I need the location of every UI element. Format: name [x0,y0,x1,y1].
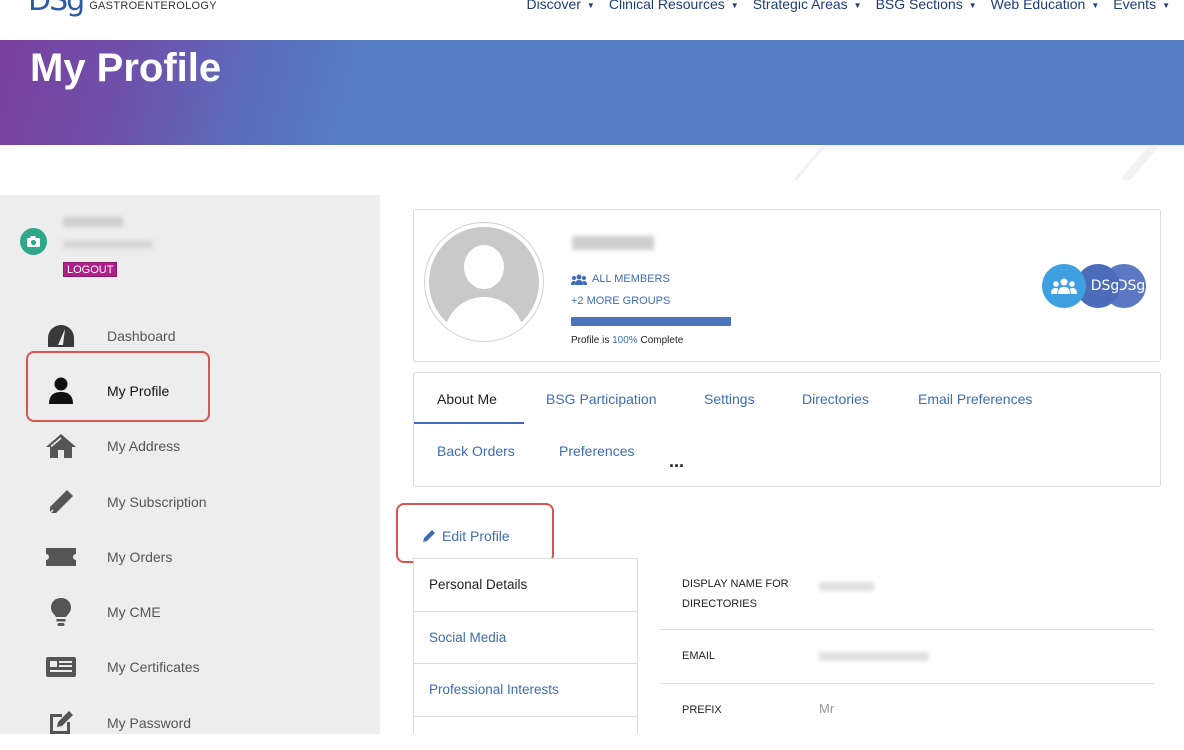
sidebar-item-my-cme[interactable]: My CME [0,584,380,639]
active-tab-indicator [414,422,524,424]
profile-tabs: About Me BSG Participation Settings Dire… [413,372,1161,487]
detail-row-prefix: PREFIX Mr [659,684,1154,738]
detail-value-redacted [819,652,929,661]
profile-card: ALL MEMBERS +2 MORE GROUPS Profile is 10… [413,209,1161,362]
detail-label: PREFIX [682,704,722,716]
nav-label: Clinical Resources [608,0,725,12]
logo-mark: DSg [28,0,85,18]
nav-label: BSG Sections [875,0,963,12]
avatar-placeholder-icon [429,227,539,337]
group-badge-members[interactable] [1042,264,1086,308]
sidebar-item-label: My CME [107,604,161,621]
tab-back-orders[interactable]: Back Orders [437,443,515,459]
sidebar-item-my-address[interactable]: My Address [0,419,380,474]
badge-text: DSg [1116,278,1146,294]
sidebar-item-label: My Address [107,438,181,455]
sidebar: LOGOUT Dashboard My Profile My Address M… [0,195,380,734]
tab-email-preferences[interactable]: Email Preferences [918,391,1032,407]
avatar[interactable] [424,222,544,342]
sidebar-item-my-subscription[interactable]: My Subscription [0,474,380,529]
caret-down-icon: ▼ [1162,0,1170,10]
nav-discover[interactable]: Discover ▼ [526,0,594,12]
sidebar-item-my-orders[interactable]: My Orders [0,529,380,584]
nav-events[interactable]: Events ▼ [1113,0,1170,12]
detail-label: DISPLAY NAME FOR DIRECTORIES [682,578,789,610]
sidebar-item-my-certificates[interactable]: My Certificates [0,640,380,695]
progress-fill [571,317,731,326]
nav-label: Strategic Areas [752,0,848,12]
highlight-edit-profile [396,503,554,563]
subnav-professional-interests[interactable]: Professional Interests [414,664,637,717]
subnav-social-media[interactable]: Social Media [414,612,637,664]
detail-row-display-name: DISPLAY NAME FOR DIRECTORIES [659,566,1154,630]
page-banner: My Profile [0,40,1184,145]
sidebar-item-label: Dashboard [107,327,176,344]
detail-value-redacted [819,582,874,591]
edit-square-icon [44,708,78,738]
completion-suffix: Complete [637,335,684,346]
group-icon [571,274,587,285]
profile-subnav: Personal Details Social Media Profession… [413,558,638,734]
camera-icon[interactable] [20,228,47,255]
nav-label: Discover [526,0,581,12]
nav-strategic-areas[interactable]: Strategic Areas ▼ [753,0,862,12]
caret-down-icon: ▼ [1091,0,1100,10]
caret-down-icon: ▼ [968,0,977,10]
user-name-redacted [63,217,123,227]
home-icon [44,431,78,461]
profile-details: DISPLAY NAME FOR DIRECTORIES EMAIL PREFI… [659,566,1154,738]
sidebar-item-my-password[interactable]: My Password [0,695,380,750]
badge-text: DSg [1090,278,1120,294]
site-logo[interactable]: DSg GASTROENTEROLOGY [28,0,217,16]
user-id-redacted [63,240,153,249]
tab-directories[interactable]: Directories [802,391,869,407]
detail-value: Mr [819,701,835,716]
subnav-personal-details[interactable]: Personal Details [414,559,637,612]
detail-row-email: EMAIL [659,630,1154,684]
nav-label: Web Education [990,0,1086,12]
top-bar: DSg GASTROENTEROLOGY Discover ▼ Clinical … [0,0,1184,40]
sidebar-item-label: My Subscription [107,493,207,510]
nav-label: Events [1113,0,1157,12]
lightbulb-icon [44,597,78,627]
page-title: My Profile [30,46,222,90]
caret-down-icon: ▼ [586,0,595,10]
sidebar-item-label: My Password [107,714,192,731]
gauge-icon [44,321,78,351]
main-nav: Discover ▼ Clinical Resources ▼ Strategic … [512,0,1170,12]
nav-web-education[interactable]: Web Education ▼ [991,0,1100,12]
tab-preferences[interactable]: Preferences [559,443,634,459]
tab-settings[interactable]: Settings [704,391,755,407]
more-tabs-button[interactable]: ... [669,451,684,472]
profile-name-redacted [572,236,654,250]
pencil-icon [44,487,78,517]
groups-link[interactable]: ALL MEMBERS [571,273,670,285]
profile-progress-bar [571,317,731,326]
detail-label: EMAIL [682,650,716,662]
nav-bsg-sections[interactable]: BSG Sections ▼ [876,0,977,12]
nav-clinical-resources[interactable]: Clinical Resources ▼ [609,0,739,12]
highlight-my-profile [26,351,210,422]
logo-text: GASTROENTEROLOGY [89,0,217,12]
group-icon [1051,278,1077,294]
caret-down-icon: ▼ [853,0,862,10]
tab-about-me[interactable]: About Me [437,391,497,407]
decorative-swoosh [795,145,1184,180]
completion-value: 100% [612,335,638,346]
completion-prefix: Profile is [571,335,613,346]
certificate-icon [44,652,78,682]
tab-bsg-participation[interactable]: BSG Participation [546,391,657,407]
group-badges: DSg DSg [1042,264,1148,312]
caret-down-icon: ▼ [730,0,739,10]
logout-button[interactable]: LOGOUT [63,262,118,277]
sidebar-item-label: My Orders [107,548,173,565]
ticket-icon [44,542,78,572]
more-groups-link[interactable]: +2 MORE GROUPS [571,295,670,307]
sidebar-item-label: My Certificates [107,659,200,676]
groups-label: ALL MEMBERS [592,273,670,285]
profile-completion-text: Profile is 100% Complete [571,335,683,346]
